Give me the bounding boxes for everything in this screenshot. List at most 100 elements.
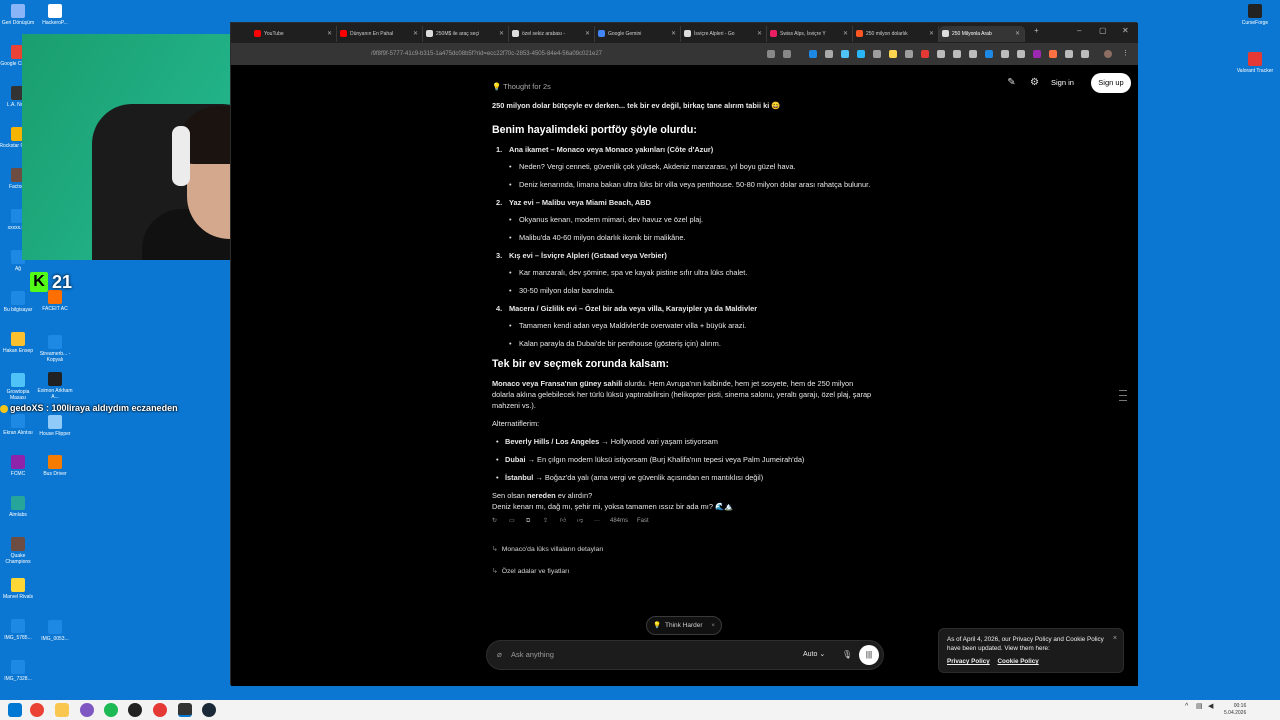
desktop-shortcut[interactable]: HackeroP... (35, 4, 75, 26)
browser-tab[interactable]: 250 milyon dolarlık ✕ (853, 26, 939, 42)
steam-icon[interactable] (202, 703, 216, 717)
bookmark-star-icon[interactable] (783, 50, 791, 58)
browser-tab[interactable]: 250M$ ile araç seçi ✕ (423, 26, 509, 42)
thought-indicator[interactable]: 💡 Thought for 2s (492, 81, 872, 92)
desktop-shortcut[interactable]: Bus Driver (35, 455, 75, 477)
tab-close-icon[interactable]: ✕ (1015, 26, 1020, 42)
extension-icon[interactable] (873, 50, 881, 58)
extension-icon[interactable] (1017, 50, 1025, 58)
ask-input[interactable]: Ask anything (511, 641, 554, 669)
cookie-policy-link[interactable]: Cookie Policy (997, 658, 1038, 665)
extension-icon[interactable] (809, 50, 817, 58)
terminal-icon[interactable] (178, 703, 192, 717)
privacy-policy-link[interactable]: Privacy Policy (947, 658, 990, 665)
desktop-shortcut[interactable]: Aimlabs (0, 496, 38, 518)
extension-icon[interactable] (905, 50, 913, 58)
desktop-shortcut[interactable]: Ekran Alıntısı (0, 414, 38, 436)
sign-up-button[interactable]: Sign up (1091, 73, 1131, 93)
browser-tab[interactable]: Dünyanın En Pahal ✕ (337, 26, 423, 42)
voice-mode-button[interactable]: ||| (859, 645, 879, 665)
minimize-icon[interactable]: – (1077, 26, 1081, 35)
tab-close-icon[interactable]: ✕ (843, 26, 848, 42)
scroll-position-marker[interactable] (1119, 390, 1127, 408)
model-selector[interactable]: Auto ⌄ (803, 641, 825, 669)
network-icon[interactable]: ▤ (1196, 703, 1203, 710)
extension-icon[interactable] (1033, 50, 1041, 58)
clock[interactable]: 00:16 5.04.2026 (1224, 703, 1246, 717)
browser-tab[interactable]: Google Gemini ✕ (595, 26, 681, 42)
app-taskbar-icon[interactable] (80, 703, 94, 717)
extension-icon[interactable] (1065, 50, 1073, 58)
extension-icon[interactable] (1001, 50, 1009, 58)
tab-close-icon[interactable]: ✕ (499, 26, 504, 42)
browser-tab[interactable]: Swiss Alps, İsviçre Y ✕ (767, 26, 853, 42)
extension-icon[interactable] (937, 50, 945, 58)
more-menu-icon[interactable]: ⋮ (1122, 50, 1130, 58)
desktop-shortcut[interactable]: IMG_7328... (0, 660, 38, 682)
extension-icon[interactable] (1049, 50, 1057, 58)
browser-tab[interactable]: İsviçre Alpleri - Go ✕ (681, 26, 767, 42)
extensions-puzzle-icon[interactable] (1081, 50, 1089, 58)
tab-close-icon[interactable]: ✕ (757, 26, 762, 42)
share-icon[interactable]: ⇪ (543, 516, 548, 527)
regenerate-icon[interactable]: ↻ (492, 516, 497, 527)
desktop-shortcut[interactable]: Quake Champions (0, 537, 38, 565)
browser-tab[interactable]: 250 Milyonla Arab ✕ (939, 26, 1025, 42)
extension-icon[interactable] (953, 50, 961, 58)
tab-close-icon[interactable]: ✕ (929, 26, 934, 42)
desktop-shortcut[interactable]: Valorant Tracker (1235, 52, 1275, 74)
browser-tab[interactable]: özel sekiz arabası - ✕ (509, 26, 595, 42)
tab-close-icon[interactable]: ✕ (671, 26, 676, 42)
address-bar[interactable]: /9f8f9f-5777-41c9-b315-1a475dc08b5f?rid=… (371, 47, 756, 61)
extension-icon[interactable] (921, 50, 929, 58)
microphone-icon[interactable]: 🎙︎ (842, 641, 852, 669)
tab-close-icon[interactable]: ✕ (413, 26, 418, 42)
new-chat-icon[interactable]: ✎ (1006, 77, 1017, 88)
desktop-shortcut[interactable]: IMG_0053... (35, 620, 75, 642)
cast-icon[interactable] (767, 50, 775, 58)
tray-chevron-icon[interactable]: ^ (1185, 703, 1188, 710)
followup-suggestion[interactable]: ↳ Monaco'da lüks villaların detayları (492, 544, 872, 555)
volume-icon[interactable]: ◀ (1208, 703, 1213, 710)
sign-in-button[interactable]: Sign in (1051, 73, 1074, 93)
spotify-icon[interactable] (104, 703, 118, 717)
extension-icon[interactable] (985, 50, 993, 58)
desktop-shortcut[interactable]: Hakan Ensep (0, 332, 38, 354)
tab-close-icon[interactable]: ✕ (327, 26, 332, 42)
desktop-shortcut[interactable]: Eximon Arkham A... (35, 372, 75, 400)
browser-tab[interactable]: YouTube ✕ (251, 26, 337, 42)
chrome-taskbar-icon[interactable] (30, 703, 44, 717)
profile-avatar[interactable] (1104, 50, 1112, 58)
extension-icon[interactable] (841, 50, 849, 58)
obs-icon[interactable] (153, 703, 167, 717)
desktop-shortcut[interactable]: Geri Dönüşüm (0, 4, 38, 26)
new-tab-button[interactable]: + (1034, 26, 1039, 35)
desktop-shortcut[interactable]: IMG_5785... (0, 619, 38, 641)
thumbs-down-icon[interactable]: 👎︎ (577, 516, 583, 527)
desktop-shortcut[interactable]: CurseForge (1235, 4, 1275, 26)
maximize-icon[interactable]: ▢ (1099, 26, 1107, 35)
attach-paperclip-icon[interactable]: ⌀ (497, 641, 502, 669)
close-icon[interactable]: × (1113, 634, 1117, 643)
tab-close-icon[interactable]: ✕ (585, 26, 590, 42)
desktop-shortcut[interactable]: Marvel Rivals (0, 578, 38, 600)
thumbs-up-icon[interactable]: 👍︎ (560, 516, 566, 527)
file-explorer-icon[interactable] (55, 703, 69, 717)
extension-icon[interactable] (857, 50, 865, 58)
settings-gear-icon[interactable]: ⚙ (1029, 77, 1040, 88)
close-window-icon[interactable]: ✕ (1122, 26, 1129, 35)
close-icon[interactable]: × (711, 617, 715, 634)
desktop-shortcut[interactable]: FCMC (0, 455, 38, 477)
start-windows-icon[interactable] (8, 703, 22, 717)
extension-icon[interactable] (889, 50, 897, 58)
extension-icon[interactable] (825, 50, 833, 58)
more-options-icon[interactable]: ··· (594, 516, 600, 527)
desktop-shortcut[interactable]: House Flipper (35, 415, 75, 437)
desktop-shortcut[interactable]: Bu bilgisayar (0, 291, 38, 313)
followup-suggestion[interactable]: ↳ Özel adalar ve fiyatları (492, 566, 872, 577)
app-taskbar-icon[interactable] (128, 703, 142, 717)
extension-icon[interactable] (969, 50, 977, 58)
desktop-shortcut[interactable]: Growtopia Masası (0, 373, 38, 401)
comment-icon[interactable]: ▭ (509, 516, 515, 527)
copy-icon[interactable]: ⧉ (526, 516, 530, 527)
